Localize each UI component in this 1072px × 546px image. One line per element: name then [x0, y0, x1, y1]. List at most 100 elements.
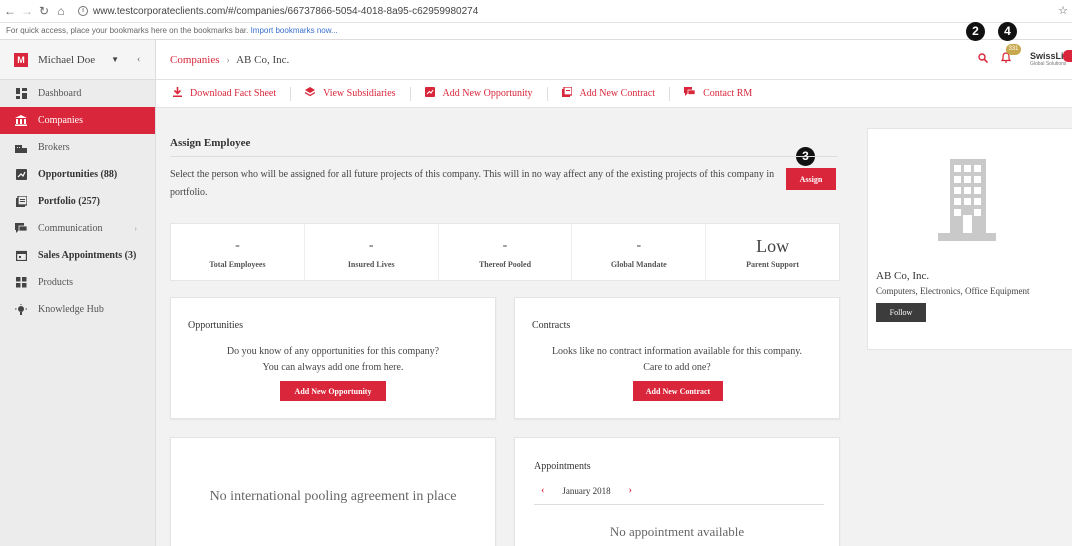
- dashboard-icon: [15, 88, 27, 100]
- sidebar-item-sales-appointments[interactable]: Sales Appointments (3): [0, 242, 155, 269]
- add-new-opportunity-action[interactable]: Add New Opportunity: [424, 87, 533, 100]
- brand-subtitle: Global Solutions: [1030, 61, 1067, 67]
- card-title: Contracts: [532, 320, 571, 331]
- breadcrumb-separator-icon: ›: [226, 53, 230, 66]
- sidebar-item-products[interactable]: Products: [0, 269, 155, 296]
- assign-employee-heading: Assign Employee: [170, 137, 251, 149]
- sidebar-item-brokers[interactable]: Brokers: [0, 134, 155, 161]
- sidebar-item-knowledge-hub[interactable]: Knowledge Hub: [0, 296, 155, 323]
- sidebar-item-label: Portfolio (257): [38, 196, 100, 207]
- chevron-left-icon[interactable]: ‹: [541, 485, 544, 496]
- callout-marker: 2: [966, 22, 985, 41]
- caret-down-icon[interactable]: ▼: [111, 55, 119, 64]
- no-appointment-message: No appointment available: [609, 524, 745, 539]
- reload-icon[interactable]: ↻: [37, 4, 51, 18]
- bank-icon: [15, 115, 27, 127]
- month-navigator: ‹ January 2018 ›: [541, 485, 632, 496]
- stat-value: -: [235, 237, 240, 253]
- user-menu[interactable]: M Michael Doe ▼ ‹: [0, 40, 155, 80]
- notification-badge: 331: [1006, 44, 1021, 55]
- sidebar-item-label: Dashboard: [38, 88, 82, 99]
- address-bar[interactable]: i www.testcorporateclients.com/#/compani…: [78, 6, 478, 17]
- action-label: View Subsidiaries: [323, 88, 396, 99]
- divider: [546, 86, 548, 101]
- contact-rm-button[interactable]: Contact RM: [684, 87, 752, 100]
- stat-total-employees: - Total Employees: [171, 224, 305, 280]
- back-icon[interactable]: ←: [3, 4, 17, 18]
- assign-button[interactable]: Assign: [786, 168, 836, 190]
- stat-value: -: [502, 237, 508, 253]
- sidebar-item-portfolio[interactable]: Portfolio (257): [0, 188, 155, 215]
- company-name: AB Co, Inc.: [876, 270, 930, 282]
- sidebar: M Michael Doe ▼ ‹ Dashboard Companies Br…: [0, 40, 156, 546]
- stat-value: Low: [756, 235, 790, 256]
- bookmark-star-icon[interactable]: ☆: [1058, 4, 1068, 17]
- contracts-card: Contracts Looks like no contract informa…: [514, 297, 840, 419]
- card-text: Care to add one?: [643, 362, 711, 373]
- pooling-agreement-card: No international pooling agreement in pl…: [170, 437, 496, 546]
- company-stats-panel: - Total Employees - Insured Lives - Ther…: [170, 223, 840, 281]
- layers-icon: [304, 87, 316, 100]
- sidebar-item-label: Products: [38, 277, 73, 288]
- card-text: Looks like no contract information avail…: [551, 346, 803, 357]
- stat-global-mandate: - Global Mandate: [572, 224, 707, 280]
- stat-label: Total Employees: [209, 259, 266, 269]
- top-header: Companies › AB Co, Inc. 331 SwissLife Gl…: [156, 40, 1072, 80]
- action-toolbar: Download Fact Sheet View Subsidiaries Ad…: [156, 80, 1072, 108]
- browser-toolbar: ← → ↻ ⌂ i www.testcorporateclients.com/#…: [0, 0, 1072, 23]
- follow-button[interactable]: Follow: [876, 303, 926, 322]
- add-new-contract-action[interactable]: Add New Contract: [561, 86, 655, 100]
- download-fact-sheet-button[interactable]: Download Fact Sheet: [173, 87, 276, 100]
- products-icon: [15, 277, 27, 289]
- import-bookmarks-link[interactable]: Import bookmarks now...: [251, 26, 338, 35]
- chat-icon: [15, 223, 27, 235]
- stat-label: Insured Lives: [347, 259, 395, 269]
- divider: [290, 86, 292, 101]
- brand-mark-icon: [1063, 50, 1072, 62]
- sidebar-item-label: Opportunities (88): [38, 169, 118, 180]
- forward-icon[interactable]: →: [20, 4, 34, 18]
- sidebar-item-dashboard[interactable]: Dashboard: [0, 80, 155, 107]
- add-new-contract-button[interactable]: Add New Contract: [633, 381, 723, 401]
- stat-label: Thereof Pooled: [478, 259, 532, 269]
- collapse-sidebar-icon[interactable]: ‹: [137, 54, 140, 65]
- bulb-icon: [15, 303, 27, 316]
- breadcrumb: Companies › AB Co, Inc.: [170, 54, 289, 66]
- portfolio-icon: [15, 196, 27, 208]
- avatar: M: [14, 52, 28, 67]
- home-icon[interactable]: ⌂: [54, 4, 68, 18]
- assign-employee-description: Select the person who will be assigned f…: [170, 169, 775, 198]
- divider: [669, 86, 671, 101]
- sidebar-item-communication[interactable]: Communication ›: [0, 215, 155, 242]
- action-label: Contact RM: [703, 88, 753, 99]
- no-pooling-message: No international pooling agreement in pl…: [209, 489, 457, 504]
- info-icon[interactable]: i: [78, 6, 88, 16]
- stat-value: -: [368, 237, 374, 253]
- sidebar-item-label: Sales Appointments (3): [38, 250, 137, 261]
- bookmarks-bar: For quick access, place your bookmarks h…: [0, 23, 1072, 40]
- sidebar-item-companies[interactable]: Companies: [0, 107, 155, 134]
- breadcrumb-companies-link[interactable]: Companies: [170, 54, 220, 66]
- opportunities-icon: [15, 169, 27, 181]
- user-name: Michael Doe: [38, 53, 96, 66]
- action-label: Download Fact Sheet: [190, 88, 277, 99]
- view-subsidiaries-button[interactable]: View Subsidiaries: [304, 87, 396, 100]
- bookmarks-hint: For quick access, place your bookmarks h…: [6, 26, 249, 35]
- opportunities-card: Opportunities Do you know of any opportu…: [170, 297, 496, 419]
- sidebar-item-label: Knowledge Hub: [38, 304, 104, 315]
- brokers-icon: [15, 142, 27, 154]
- breadcrumb-current: AB Co, Inc.: [236, 53, 290, 66]
- chevron-right-icon[interactable]: ›: [629, 485, 632, 496]
- stat-insured-lives: - Insured Lives: [305, 224, 439, 280]
- company-industry: Computers, Electronics, Office Equipment: [876, 286, 1030, 296]
- sidebar-item-label: Brokers: [38, 142, 70, 153]
- calendar-icon: [15, 250, 27, 262]
- add-new-opportunity-button[interactable]: Add New Opportunity: [280, 381, 386, 401]
- chat-icon: [684, 87, 696, 100]
- action-label: Add New Opportunity: [442, 88, 533, 99]
- stat-value: -: [636, 237, 642, 253]
- stat-thereof-pooled: - Thereof Pooled: [439, 224, 573, 280]
- sidebar-item-opportunities[interactable]: Opportunities (88): [0, 161, 155, 188]
- stat-label: Global Mandate: [610, 259, 667, 269]
- search-icon[interactable]: [978, 53, 989, 66]
